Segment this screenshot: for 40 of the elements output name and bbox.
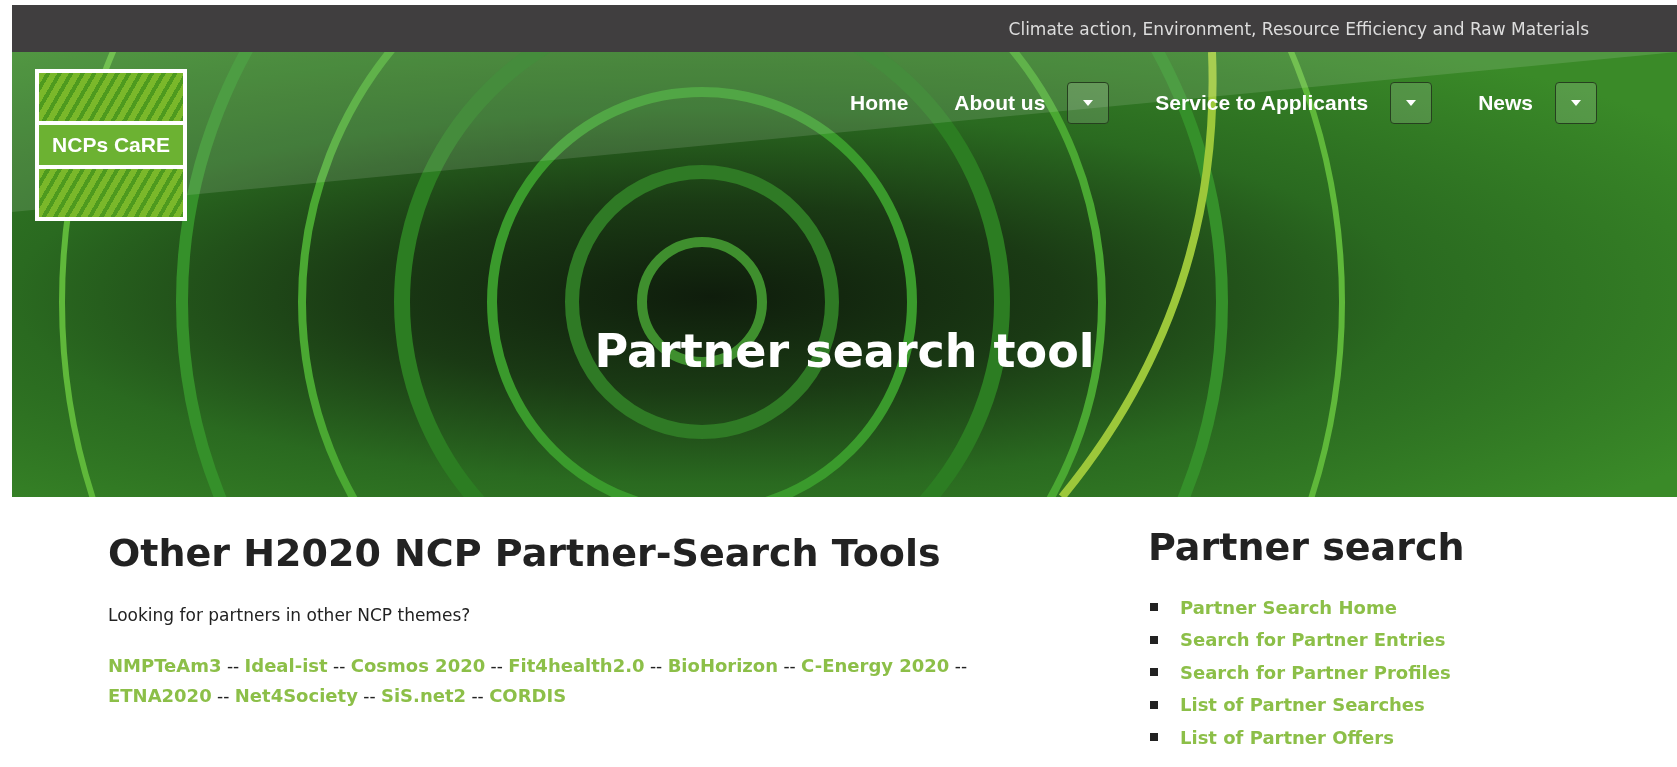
tool-link[interactable]: NMPTeAm3 bbox=[108, 655, 222, 676]
intro-text: Looking for partners in other NCP themes? bbox=[108, 605, 472, 625]
nav-link[interactable]: Service to Applicants bbox=[1155, 91, 1369, 115]
caret-icon bbox=[1406, 100, 1417, 106]
hero-title: Partner search tool bbox=[593, 324, 1096, 378]
dropdown-toggle[interactable] bbox=[1067, 82, 1110, 124]
sidebar-link[interactable]: List of Partner Offers bbox=[1180, 726, 1394, 748]
tool-link[interactable]: ETNA2020 bbox=[108, 685, 212, 706]
nav-link[interactable]: About us bbox=[954, 91, 1046, 115]
leaf-banner-icon bbox=[39, 73, 183, 121]
leaf-banner-icon bbox=[39, 169, 183, 217]
tool-link[interactable]: Net4Society bbox=[234, 685, 358, 706]
bullet-icon bbox=[1150, 700, 1158, 709]
sidebar-link[interactable]: List of Partner Searches bbox=[1180, 694, 1425, 716]
nav-link[interactable]: News bbox=[1478, 91, 1533, 115]
bullet-icon bbox=[1150, 603, 1158, 612]
tool-link[interactable]: Cosmos 2020 bbox=[350, 655, 486, 676]
caret-icon bbox=[1571, 100, 1581, 106]
tool-link[interactable]: CORDIS bbox=[489, 685, 567, 706]
tool-link[interactable]: SiS.net2 bbox=[380, 685, 467, 706]
dropdown-toggle[interactable] bbox=[1555, 82, 1597, 124]
tool-link[interactable]: Fit4health2.0 bbox=[508, 655, 645, 676]
sidebar-link[interactable]: Search for Partner Profiles bbox=[1180, 661, 1451, 683]
nav-link[interactable]: Home bbox=[850, 91, 909, 115]
logo[interactable]: NCPs CaRE bbox=[35, 69, 187, 221]
bullet-icon bbox=[1150, 635, 1158, 644]
site-tagline: Climate action, Environment, Resource Efficiency and Raw Materials bbox=[1008, 18, 1589, 39]
tool-link[interactable]: Ideal-ist bbox=[244, 655, 328, 676]
section-heading: Other H2020 NCP Partner-Search Tools bbox=[108, 531, 942, 575]
sidebar-heading: Partner search bbox=[1148, 525, 1466, 569]
sidebar-link[interactable]: Partner Search Home bbox=[1180, 596, 1397, 618]
tool-link[interactable]: C-Energy 2020 bbox=[801, 655, 950, 676]
caret-icon bbox=[1083, 100, 1094, 106]
logo-text: NCPs CaRE bbox=[39, 125, 183, 165]
bullet-icon bbox=[1150, 668, 1158, 677]
dropdown-toggle[interactable] bbox=[1390, 82, 1433, 124]
sidebar-link[interactable]: Search for Partner Entries bbox=[1180, 629, 1446, 651]
tool-link[interactable]: BioHorizon bbox=[667, 655, 778, 676]
bullet-icon bbox=[1150, 733, 1158, 742]
partner-tools-links: NMPTeAm3 -- Ideal-ist -- Cosmos 2020 -- Fit4health2.0 -- BioHorizon -- C-Energy 2020 -- ETNA2020 -- Net4Society -- SiS.net2 -- CORDIS bbox=[108, 654, 969, 708]
